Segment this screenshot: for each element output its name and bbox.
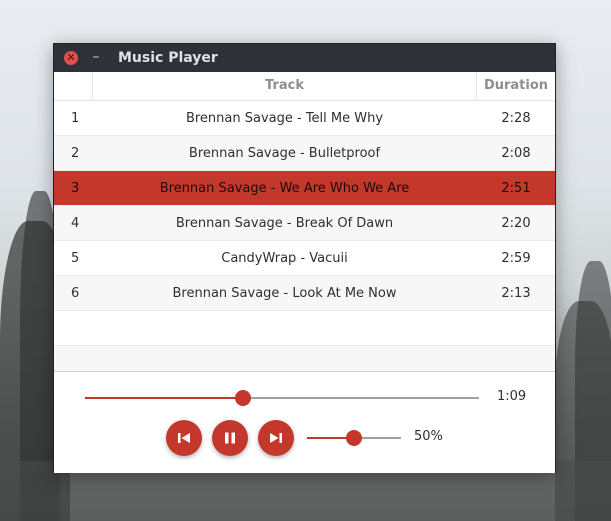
track-number: 3 (71, 180, 80, 196)
volume-slider[interactable] (307, 430, 401, 446)
pause-icon (225, 432, 235, 444)
table-row[interactable]: 6 Brennan Savage - Look At Me Now 2:13 (54, 276, 555, 311)
column-header-duration[interactable]: Duration (477, 72, 555, 100)
table-row[interactable]: 5 CandyWrap - Vacuii 2:59 (54, 241, 555, 276)
column-header-number[interactable] (54, 72, 93, 100)
column-header-track[interactable]: Track (93, 72, 477, 100)
empty-row (54, 311, 555, 346)
track-duration: 2:51 (501, 180, 531, 196)
pause-button[interactable] (212, 420, 248, 456)
track-number: 2 (71, 145, 80, 161)
track-duration: 2:28 (501, 110, 531, 126)
track-title: Brennan Savage - Look At Me Now (172, 285, 397, 301)
volume-label: 50% (414, 429, 443, 444)
track-title: Brennan Savage - Break Of Dawn (175, 215, 394, 231)
track-title: Brennan Savage - Tell Me Why (185, 110, 384, 126)
track-number: 6 (71, 285, 80, 301)
volume-slider-handle[interactable] (346, 430, 362, 446)
table-header: Track Duration (54, 72, 555, 101)
table-row[interactable]: 2 Brennan Savage - Bulletproof 2:08 (54, 136, 555, 171)
track-title: Brennan Savage - Bulletproof (188, 145, 381, 161)
close-icon[interactable]: ✕ (64, 51, 78, 65)
track-duration: 2:08 (501, 145, 531, 161)
minimize-icon[interactable]: – (90, 50, 102, 64)
track-duration: 2:20 (501, 215, 531, 231)
seek-slider-fill (85, 397, 243, 399)
playback-controls: 1:09 50% (54, 371, 555, 473)
track-number: 4 (71, 215, 80, 231)
music-player-window: ✕ – Music Player Track Duration 1 Brenna… (53, 43, 556, 473)
skip-next-icon (270, 433, 282, 443)
window-title: Music Player (118, 50, 218, 66)
seek-slider[interactable] (85, 390, 479, 406)
next-track-button[interactable] (258, 420, 294, 456)
table-row-selected[interactable]: 3 Brennan Savage - We Are Who We Are 2:5… (54, 171, 555, 206)
track-number: 1 (71, 110, 80, 126)
track-title: Brennan Savage - We Are Who We Are (159, 180, 410, 196)
previous-track-button[interactable] (166, 420, 202, 456)
track-duration: 2:59 (501, 250, 531, 266)
track-table: Track Duration 1 Brennan Savage - Tell M… (54, 72, 555, 381)
track-number: 5 (71, 250, 80, 266)
seek-slider-handle[interactable] (234, 390, 251, 406)
titlebar[interactable]: ✕ – Music Player (54, 44, 555, 72)
table-row[interactable]: 4 Brennan Savage - Break Of Dawn 2:20 (54, 206, 555, 241)
table-row[interactable]: 1 Brennan Savage - Tell Me Why 2:28 (54, 101, 555, 136)
skip-previous-icon (178, 433, 190, 443)
track-title: CandyWrap - Vacuii (221, 250, 348, 266)
track-duration: 2:13 (501, 285, 531, 301)
elapsed-time: 1:09 (497, 389, 527, 404)
